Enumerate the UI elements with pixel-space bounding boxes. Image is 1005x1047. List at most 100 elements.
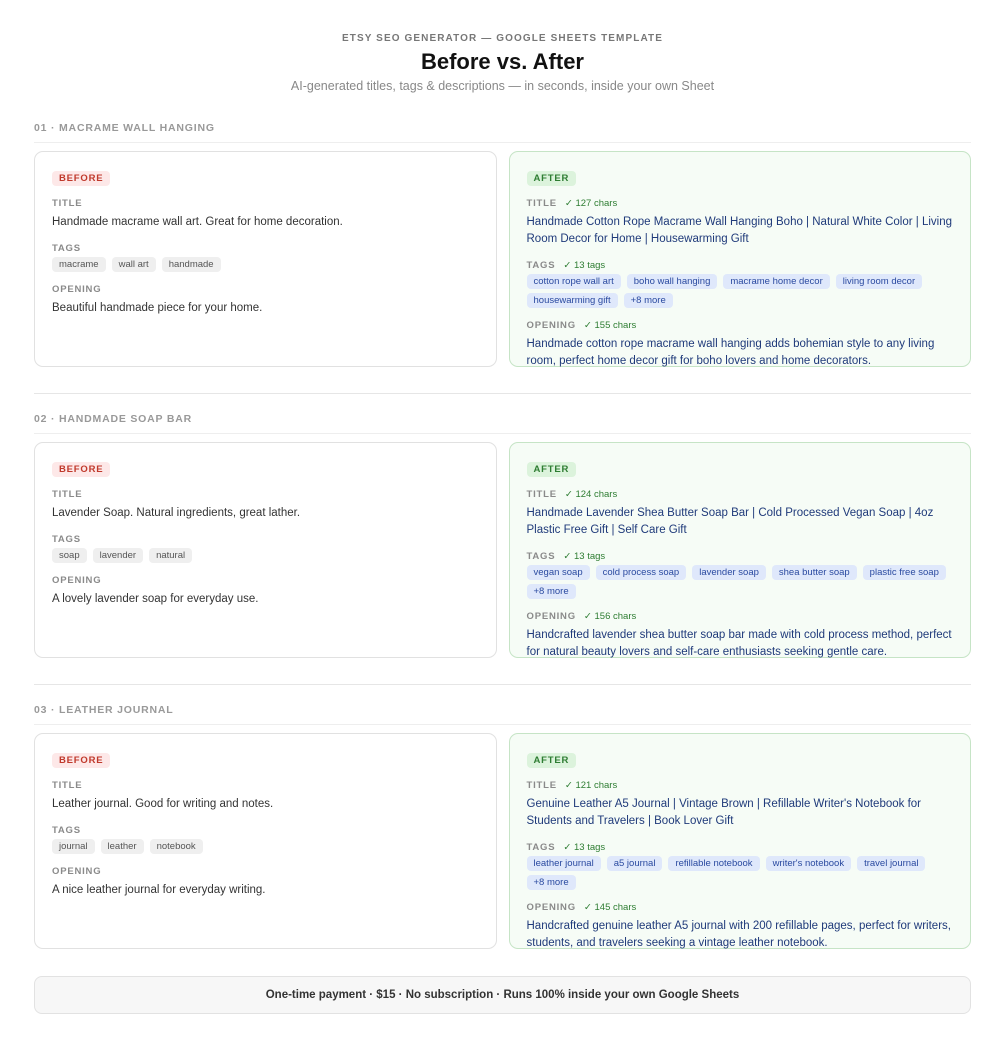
tag-chip: refillable notebook (668, 856, 760, 871)
before-title: Lavender Soap. Natural ingredients, grea… (52, 507, 301, 519)
before-tags: journal leather notebook (52, 839, 479, 854)
title-label: TITLE ✓ 124 chars (527, 489, 954, 500)
tag-chip: cold process soap (595, 565, 687, 580)
tag-chip: notebook (149, 839, 203, 854)
tag-chip: natural (149, 548, 193, 563)
title-label: TITLE ✓ 121 chars (527, 780, 954, 791)
tag-chip: journal (52, 839, 95, 854)
tag-chip: plastic free soap (862, 565, 946, 580)
title-label-text: TITLE (526, 198, 557, 209)
before-badge: BEFORE (52, 171, 111, 186)
product-section: 01 · MACRAME WALL HANGING BEFORE TITLE H… (34, 122, 971, 367)
footer-banner: One-time payment · $15 · No subscription… (34, 976, 971, 1014)
page-subtitle: AI-generated titles, tags & descriptions… (290, 79, 715, 93)
before-opening: A nice leather journal for everyday writ… (52, 884, 266, 896)
title-char-count: ✓ 127 chars (564, 198, 618, 209)
tag-chip: vegan soap (526, 565, 590, 580)
tags-label-text: TAGS (526, 842, 556, 853)
tag-chip: boho wall hanging (626, 274, 718, 289)
page: ETSY SEO GENERATOR — GOOGLE SHEETS TEMPL… (0, 0, 1005, 1047)
tag-chip: travel journal (857, 856, 926, 871)
page-header: ETSY SEO GENERATOR — GOOGLE SHEETS TEMPL… (34, 0, 971, 93)
tag-chip: a5 journal (606, 856, 663, 871)
opening-label-text: OPENING (52, 575, 102, 586)
section-heading: 03 · LEATHER JOURNAL (34, 704, 971, 725)
before-opening: A lovely lavender soap for everyday use. (52, 593, 259, 605)
after-title: Genuine Leather A5 Journal | Vintage Bro… (526, 798, 922, 827)
title-label: TITLE (52, 780, 479, 791)
tag-chip: cotton rope wall art (526, 274, 621, 289)
tag-chip: housewarming gift (526, 293, 618, 308)
after-tags: vegan soap cold process soap lavender soap… (526, 565, 954, 599)
opening-label-text: OPENING (526, 902, 576, 913)
tags-label: TAGS (52, 825, 479, 836)
before-card: BEFORE TITLE Handmade macrame wall art. … (34, 151, 497, 367)
page-title: Before vs. After (420, 49, 584, 74)
before-title: Leather journal. Good for writing and no… (52, 798, 274, 810)
tag-chip: macrame home decor (723, 274, 830, 289)
before-opening: Beautiful handmade piece for your home. (52, 302, 263, 314)
tags-label: TAGS ✓ 13 tags (527, 551, 954, 562)
tag-chip: +8 more (526, 584, 576, 599)
tag-chip: lavender (92, 548, 144, 563)
opening-label: OPENING ✓ 156 chars (527, 611, 954, 622)
tags-count: ✓ 13 tags (563, 260, 606, 271)
tag-chip: +8 more (526, 875, 576, 890)
title-char-count: ✓ 124 chars (564, 489, 618, 500)
opening-char-count: ✓ 156 chars (583, 611, 637, 622)
after-title: Handmade Cotton Rope Macrame Wall Hangin… (526, 216, 953, 245)
tags-label: TAGS (52, 534, 479, 545)
tag-chip: living room decor (835, 274, 923, 289)
tag-chip: shea butter soap (771, 565, 857, 580)
before-tags: soap lavender natural (52, 548, 479, 563)
title-label-text: TITLE (52, 489, 83, 500)
before-badge: BEFORE (52, 753, 111, 768)
opening-label-text: OPENING (52, 284, 102, 295)
after-opening: Handmade cotton rope macrame wall hangin… (526, 338, 935, 367)
title-char-count: ✓ 121 chars (564, 780, 618, 791)
title-label: TITLE ✓ 127 chars (527, 198, 954, 209)
title-label-text: TITLE (526, 780, 557, 791)
opening-label: OPENING ✓ 155 chars (527, 320, 954, 331)
before-tags: macrame wall art handmade (52, 257, 479, 272)
title-label-text: TITLE (526, 489, 557, 500)
section-heading: 02 · HANDMADE SOAP BAR (34, 413, 971, 434)
before-badge: BEFORE (52, 462, 111, 477)
comparison-row: BEFORE TITLE Handmade macrame wall art. … (34, 151, 971, 367)
opening-label-text: OPENING (52, 866, 102, 877)
opening-char-count: ✓ 145 chars (583, 902, 637, 913)
tags-label: TAGS ✓ 13 tags (527, 842, 954, 853)
after-opening: Handcrafted lavender shea butter soap ba… (526, 629, 952, 658)
tags-label-text: TAGS (526, 551, 556, 562)
tags-count: ✓ 13 tags (563, 842, 606, 853)
after-tags: leather journal a5 journal refillable note… (526, 856, 954, 890)
eyebrow: ETSY SEO GENERATOR — GOOGLE SHEETS TEMPL… (341, 33, 664, 44)
tag-chip: soap (52, 548, 87, 563)
after-badge: AFTER (526, 171, 577, 186)
opening-label: OPENING ✓ 145 chars (527, 902, 954, 913)
tag-chip: lavender soap (692, 565, 766, 580)
after-title: Handmade Lavender Shea Butter Soap Bar |… (526, 507, 934, 536)
tag-chip: wall art (111, 257, 156, 272)
tag-chip: +8 more (623, 293, 673, 308)
tags-label-text: TAGS (52, 534, 81, 545)
tags-label-text: TAGS (526, 260, 556, 271)
product-section: 02 · HANDMADE SOAP BAR BEFORE TITLE Lave… (34, 413, 971, 658)
product-section: 03 · LEATHER JOURNAL BEFORE TITLE Leathe… (34, 704, 971, 949)
tags-count: ✓ 13 tags (563, 551, 606, 562)
section-divider (34, 393, 971, 394)
title-label: TITLE (52, 198, 479, 209)
tags-label-text: TAGS (52, 825, 81, 836)
after-opening: Handcrafted genuine leather A5 journal w… (526, 920, 951, 949)
tag-chip: leather journal (526, 856, 601, 871)
opening-label-text: OPENING (526, 611, 576, 622)
opening-char-count: ✓ 155 chars (583, 320, 637, 331)
after-badge: AFTER (526, 462, 577, 477)
tag-chip: macrame (52, 257, 106, 272)
tag-chip: handmade (161, 257, 221, 272)
opening-label: OPENING (52, 866, 479, 877)
comparison-row: BEFORE TITLE Leather journal. Good for w… (34, 733, 971, 949)
title-label-text: TITLE (52, 198, 83, 209)
comparison-row: BEFORE TITLE Lavender Soap. Natural ingr… (34, 442, 971, 658)
title-label: TITLE (52, 489, 479, 500)
